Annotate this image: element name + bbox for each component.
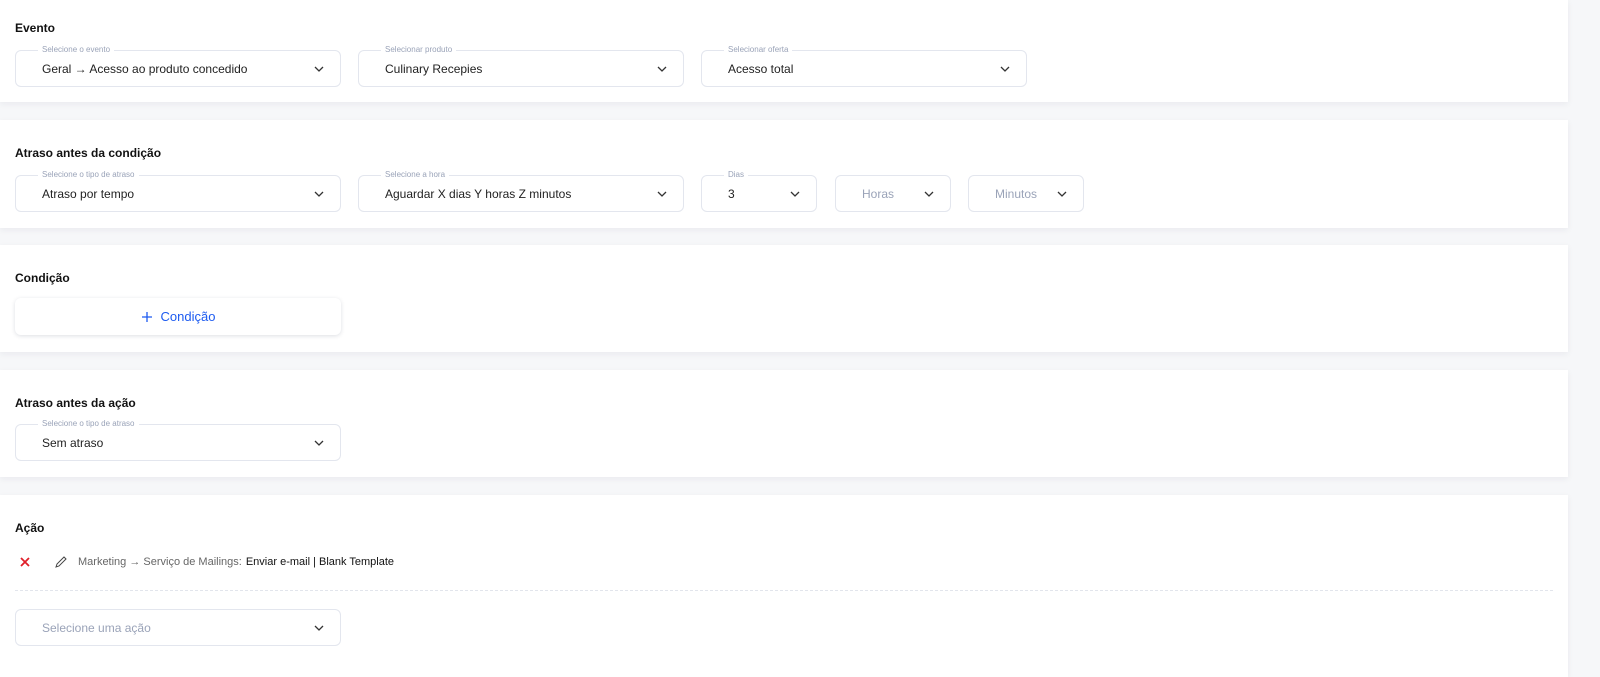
days-select[interactable]: Dias 3	[701, 170, 817, 212]
field-placeholder: Horas	[862, 187, 895, 201]
field-value: Aguardar X dias Y horas Z minutos	[385, 187, 572, 201]
action-path: Marketing → Serviço de Mailings:	[78, 556, 242, 568]
field-value: 3	[728, 187, 735, 201]
action-section: Ação Marketing → Serviço de Mailings: En…	[0, 495, 1568, 677]
action-item: Marketing → Serviço de Mailings: Enviar …	[15, 555, 394, 569]
delete-icon[interactable]	[20, 557, 30, 567]
chevron-down-icon	[998, 62, 1012, 76]
delay-type-select[interactable]: Selecione o tipo de atraso Atraso por te…	[15, 170, 341, 212]
field-value: Sem atraso	[42, 436, 104, 450]
section-title: Atraso antes da condição	[15, 146, 162, 160]
chevron-down-icon	[312, 621, 326, 635]
field-placeholder: Minutos	[995, 187, 1038, 201]
field-value: Acesso total	[728, 62, 794, 76]
chevron-down-icon	[312, 436, 326, 450]
field-label: Selecione o evento	[38, 45, 115, 55]
field-label: Selecionar produto	[381, 45, 457, 55]
edit-pencil-icon[interactable]	[54, 555, 68, 569]
field-placeholder: Selecione uma ação	[42, 621, 151, 635]
field-value: Atraso por tempo	[42, 187, 135, 201]
field-label: Selecionar oferta	[724, 45, 793, 55]
field-label: Selecione o tipo de atraso	[38, 419, 139, 429]
add-condition-button[interactable]: Condição	[15, 298, 341, 335]
delay-condition-section: Atraso antes da condição Selecione o tip…	[0, 120, 1568, 228]
event-select[interactable]: Selecione o evento Geral → Acesso ao pro…	[15, 45, 341, 87]
divider	[15, 590, 1553, 591]
chevron-down-icon	[922, 187, 936, 201]
hours-select[interactable]: Horas	[835, 175, 951, 212]
hour-select[interactable]: Selecione a hora Aguardar X dias Y horas…	[358, 170, 684, 212]
field-label: Selecione a hora	[381, 170, 450, 180]
chevron-down-icon	[788, 187, 802, 201]
field-value: Geral → Acesso ao produto concedido	[42, 62, 248, 76]
chevron-down-icon	[312, 187, 326, 201]
evento-section: Evento Selecione o evento Geral → Acesso…	[0, 0, 1568, 102]
field-label: Selecione o tipo de atraso	[38, 170, 139, 180]
action-select[interactable]: Selecione uma ação	[15, 609, 341, 646]
product-select[interactable]: Selecionar produto Culinary Recepies	[358, 45, 684, 87]
delay-action-section: Atraso antes da ação Selecione o tipo de…	[0, 370, 1568, 477]
chevron-down-icon	[312, 62, 326, 76]
delay-action-type-select[interactable]: Selecione o tipo de atraso Sem atraso	[15, 419, 341, 461]
chevron-down-icon	[655, 62, 669, 76]
minutes-select[interactable]: Minutos	[968, 175, 1084, 212]
chevron-down-icon	[1055, 187, 1069, 201]
condition-section: Condição Condição	[0, 245, 1568, 352]
add-condition-label: Condição	[160, 309, 216, 324]
field-value: Culinary Recepies	[385, 62, 483, 76]
section-title: Atraso antes da ação	[15, 396, 136, 410]
section-title: Evento	[15, 21, 56, 35]
field-label: Dias	[724, 170, 749, 180]
plus-icon	[141, 311, 152, 322]
action-name: Enviar e-mail | Blank Template	[245, 556, 395, 568]
offer-select[interactable]: Selecionar oferta Acesso total	[701, 45, 1027, 87]
section-title: Ação	[15, 521, 45, 535]
section-title: Condição	[15, 271, 70, 285]
chevron-down-icon	[655, 187, 669, 201]
